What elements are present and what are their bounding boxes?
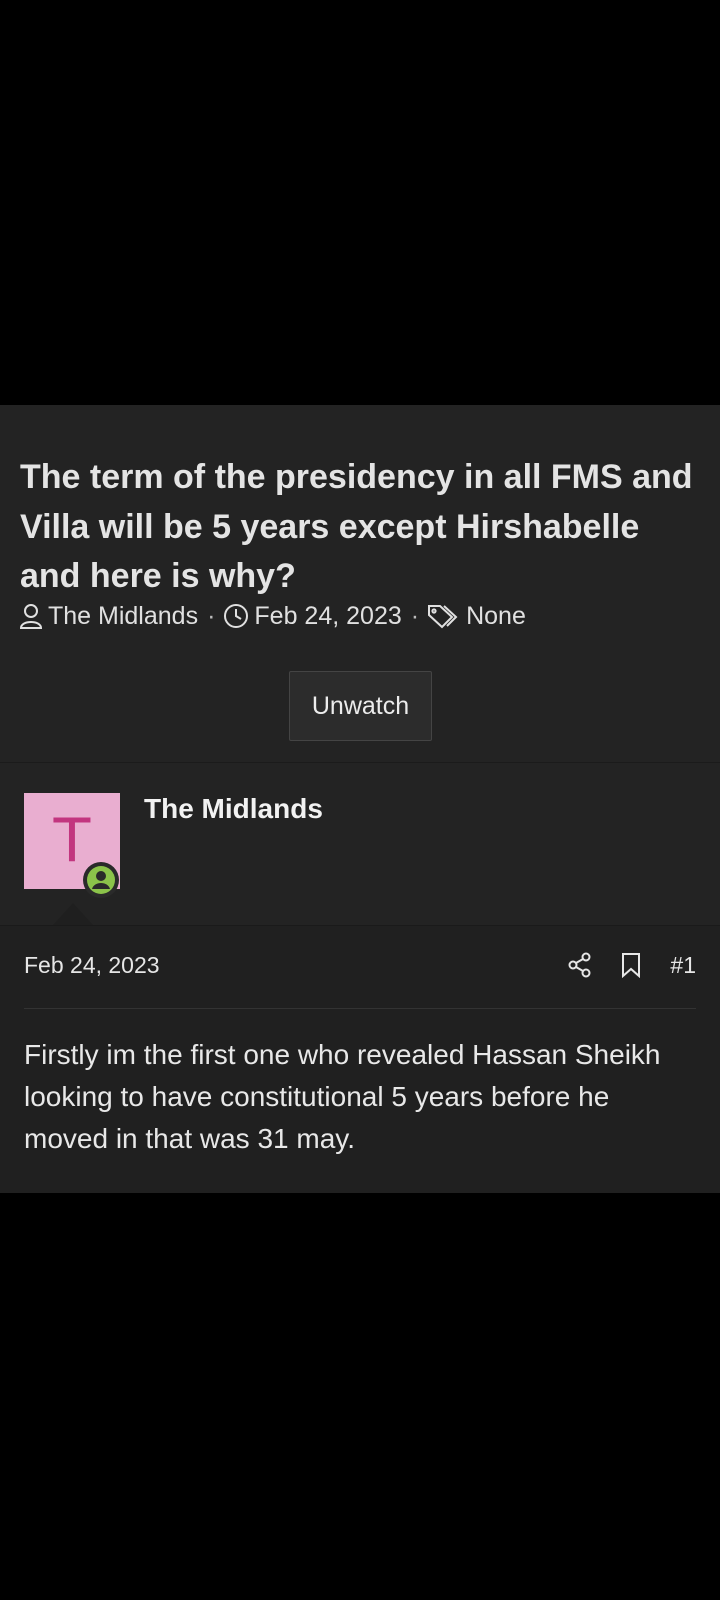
clock-icon bbox=[223, 603, 249, 629]
post-number-link[interactable]: #1 bbox=[670, 952, 696, 979]
thread-title: The term of the presidency in all FMS an… bbox=[20, 458, 693, 595]
share-icon[interactable] bbox=[568, 952, 592, 978]
bookmark-icon[interactable] bbox=[620, 952, 642, 978]
post-author-block: T The Midlands bbox=[0, 763, 720, 925]
meta-separator: · bbox=[410, 601, 420, 630]
post-actions: #1 bbox=[540, 948, 696, 982]
thread-panel: The term of the presidency in all FMS an… bbox=[0, 405, 720, 1193]
screen: The term of the presidency in all FMS an… bbox=[0, 0, 720, 1600]
post-divider bbox=[24, 1008, 696, 1009]
thread-author-link[interactable]: The Midlands bbox=[48, 602, 198, 631]
post-body: Feb 24, 2023 #1 Firstly im the first one… bbox=[0, 925, 720, 1193]
thread-meta: The Midlands · Feb 24, 2023 · None bbox=[19, 600, 526, 632]
thread-date-link[interactable]: Feb 24, 2023 bbox=[254, 602, 401, 631]
top-blank-area bbox=[0, 0, 720, 405]
user-icon bbox=[19, 603, 43, 629]
post-date-link[interactable]: Feb 24, 2023 bbox=[24, 952, 160, 979]
avatar-letter: T bbox=[53, 806, 91, 876]
unwatch-button[interactable]: Unwatch bbox=[289, 671, 432, 741]
post-message: Firstly im the first one who revealed Ha… bbox=[24, 1039, 661, 1154]
tags-icon bbox=[427, 603, 461, 629]
meta-separator: · bbox=[207, 601, 216, 630]
online-user-icon bbox=[83, 862, 119, 898]
post-author-name[interactable]: The Midlands bbox=[144, 793, 323, 825]
message-pointer bbox=[53, 903, 93, 925]
thread-tags-value: None bbox=[466, 601, 526, 630]
thread-header: The term of the presidency in all FMS an… bbox=[0, 405, 720, 763]
